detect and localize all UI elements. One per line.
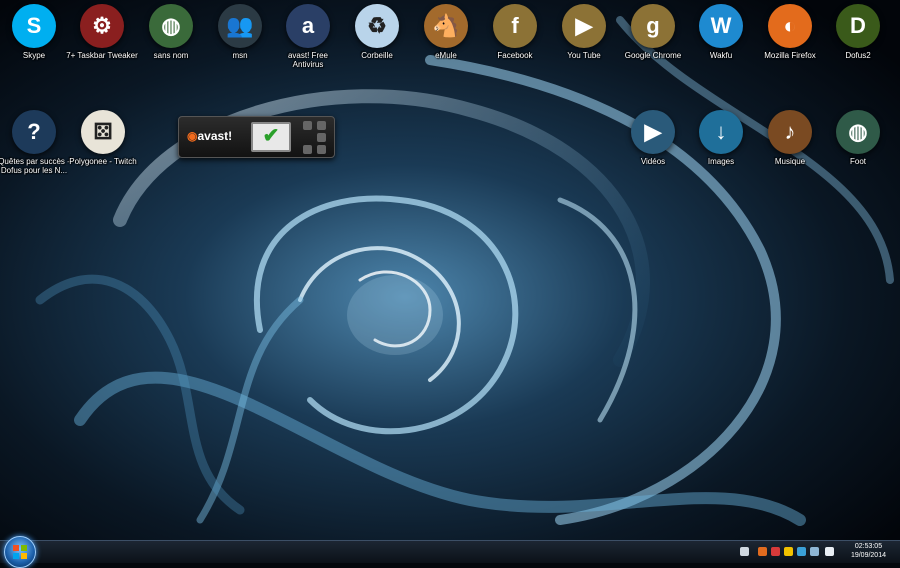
- facebook-shield-icon: f: [493, 4, 537, 48]
- desktop-icon-label: avast! Free Antivirus: [287, 51, 328, 69]
- globe-icon: ◍: [149, 4, 193, 48]
- desktop-icon-label: Wakfu: [709, 51, 733, 60]
- network-tray-icon[interactable]: [810, 547, 819, 556]
- desktop-icon[interactable]: S Skype: [0, 4, 70, 60]
- dofus-icon: D: [836, 4, 880, 48]
- images-folder-icon: ↓: [699, 110, 743, 154]
- desktop-icon[interactable]: f Facebook: [479, 4, 551, 60]
- mule-icon: 🐴: [424, 4, 468, 48]
- system-tray: 02:53:05 19/09/2014: [730, 541, 900, 563]
- help-sign-icon: ?: [12, 110, 56, 154]
- desktop-icon-label: You Tube: [567, 51, 601, 60]
- app-tray-icon[interactable]: [797, 547, 806, 556]
- desktop-icon[interactable]: ? Quêtes par succès - Dofus pour les N...: [0, 110, 70, 175]
- desktop-icon[interactable]: ⚄ Polygonee - Twitch: [67, 110, 139, 166]
- desktop-icon[interactable]: W Wakfu: [685, 4, 757, 60]
- desktop-icon[interactable]: 👥 msn: [204, 4, 276, 60]
- desktop-icon[interactable]: ⚙ 7+ Taskbar Tweaker: [66, 4, 138, 60]
- chat-tray-icon[interactable]: [771, 547, 780, 556]
- desktop-icon[interactable]: a avast! Free Antivirus: [272, 4, 344, 69]
- desktop-icon[interactable]: ♻ Corbeille: [341, 4, 413, 60]
- desktop-icon-label: Vidéos: [640, 157, 666, 166]
- desktop-icon-label: Dofus2: [845, 51, 871, 60]
- desktop-icon-label: Skype: [22, 51, 46, 60]
- gadget-refresh-icon[interactable]: [303, 145, 312, 154]
- google-shield-icon: g: [631, 4, 675, 48]
- dice-icon: ⚄: [81, 110, 125, 154]
- desktop-icon-label: Polygonee - Twitch: [69, 157, 137, 166]
- desktop-icon[interactable]: D Dofus2: [822, 4, 894, 60]
- firefox-icon: ◐: [768, 4, 812, 48]
- gadget-settings-icon[interactable]: [317, 145, 326, 154]
- desktop-icon-label: sans nom: [153, 51, 189, 60]
- desktop-icon[interactable]: ◍ Foot: [822, 110, 894, 166]
- videos-folder-icon: ▶: [631, 110, 675, 154]
- desktop-icon-label: Corbeille: [361, 51, 393, 60]
- desktop-icon-label: eMule: [435, 51, 457, 60]
- desktop-icon-label: msn: [232, 51, 248, 60]
- power-tray-icon[interactable]: [784, 547, 793, 556]
- desktop-icon[interactable]: ◐ Mozilla Firefox: [754, 4, 826, 60]
- desktop-icon[interactable]: 🐴 eMule: [410, 4, 482, 60]
- desktop-icon-label: Mozilla Firefox: [764, 51, 816, 60]
- desktop-icon[interactable]: ◍ sans nom: [135, 4, 207, 60]
- avast-status-icon[interactable]: ✔: [251, 122, 291, 152]
- clock-time: 02:53:05: [854, 543, 883, 550]
- skype-icon: S: [12, 4, 56, 48]
- avast-icon: a: [286, 4, 330, 48]
- desktop-icon-label: Foot: [849, 157, 866, 166]
- desktop-icon-label: Google Chrome: [624, 51, 682, 60]
- music-folder-icon: ♪: [768, 110, 812, 154]
- signal-icon[interactable]: [740, 547, 749, 556]
- windows-logo-icon: [13, 545, 27, 559]
- people-icon: 👥: [218, 4, 262, 48]
- volume-icon[interactable]: [825, 547, 834, 556]
- desktop-icon[interactable]: ↓ Images: [685, 110, 757, 166]
- youtube-shield-icon: ▶: [562, 4, 606, 48]
- gadget-facebook-icon[interactable]: [317, 133, 326, 142]
- desktop-icon[interactable]: ♪ Musique: [754, 110, 826, 166]
- desktop-icon-label: Musique: [774, 157, 806, 166]
- globe-icon: ◍: [836, 110, 880, 154]
- avast-gadget[interactable]: ◉avast! ✔: [178, 116, 335, 158]
- clock[interactable]: 02:53:05 19/09/2014: [851, 542, 886, 560]
- gadget-close-icon[interactable]: [303, 121, 312, 130]
- taskbar: 02:53:05 19/09/2014: [0, 536, 900, 568]
- checkmark-icon: ✔: [262, 125, 280, 147]
- desktop-icon-label: 7+ Taskbar Tweaker: [66, 51, 138, 60]
- avast-logo: ◉avast!: [187, 129, 233, 143]
- gadget-twitter-icon[interactable]: [317, 121, 326, 130]
- gear-icon: ⚙: [80, 4, 124, 48]
- clock-date: 19/09/2014: [850, 552, 886, 559]
- desktop-wallpaper: [0, 0, 900, 540]
- desktop-icon-label: Images: [707, 157, 735, 166]
- desktop-icon-label: Quêtes par succès - Dofus pour les N...: [0, 157, 70, 175]
- desktop-icon[interactable]: g Google Chrome: [617, 4, 689, 60]
- start-button[interactable]: [4, 536, 36, 568]
- desktop-icon[interactable]: ▶ Vidéos: [617, 110, 689, 166]
- recycle-bin-icon: ♻: [355, 4, 399, 48]
- avast-tray-icon[interactable]: [758, 547, 767, 556]
- desktop-icon-label: Facebook: [497, 51, 533, 60]
- desktop-icon[interactable]: ▶ You Tube: [548, 4, 620, 60]
- wakfu-icon: W: [699, 4, 743, 48]
